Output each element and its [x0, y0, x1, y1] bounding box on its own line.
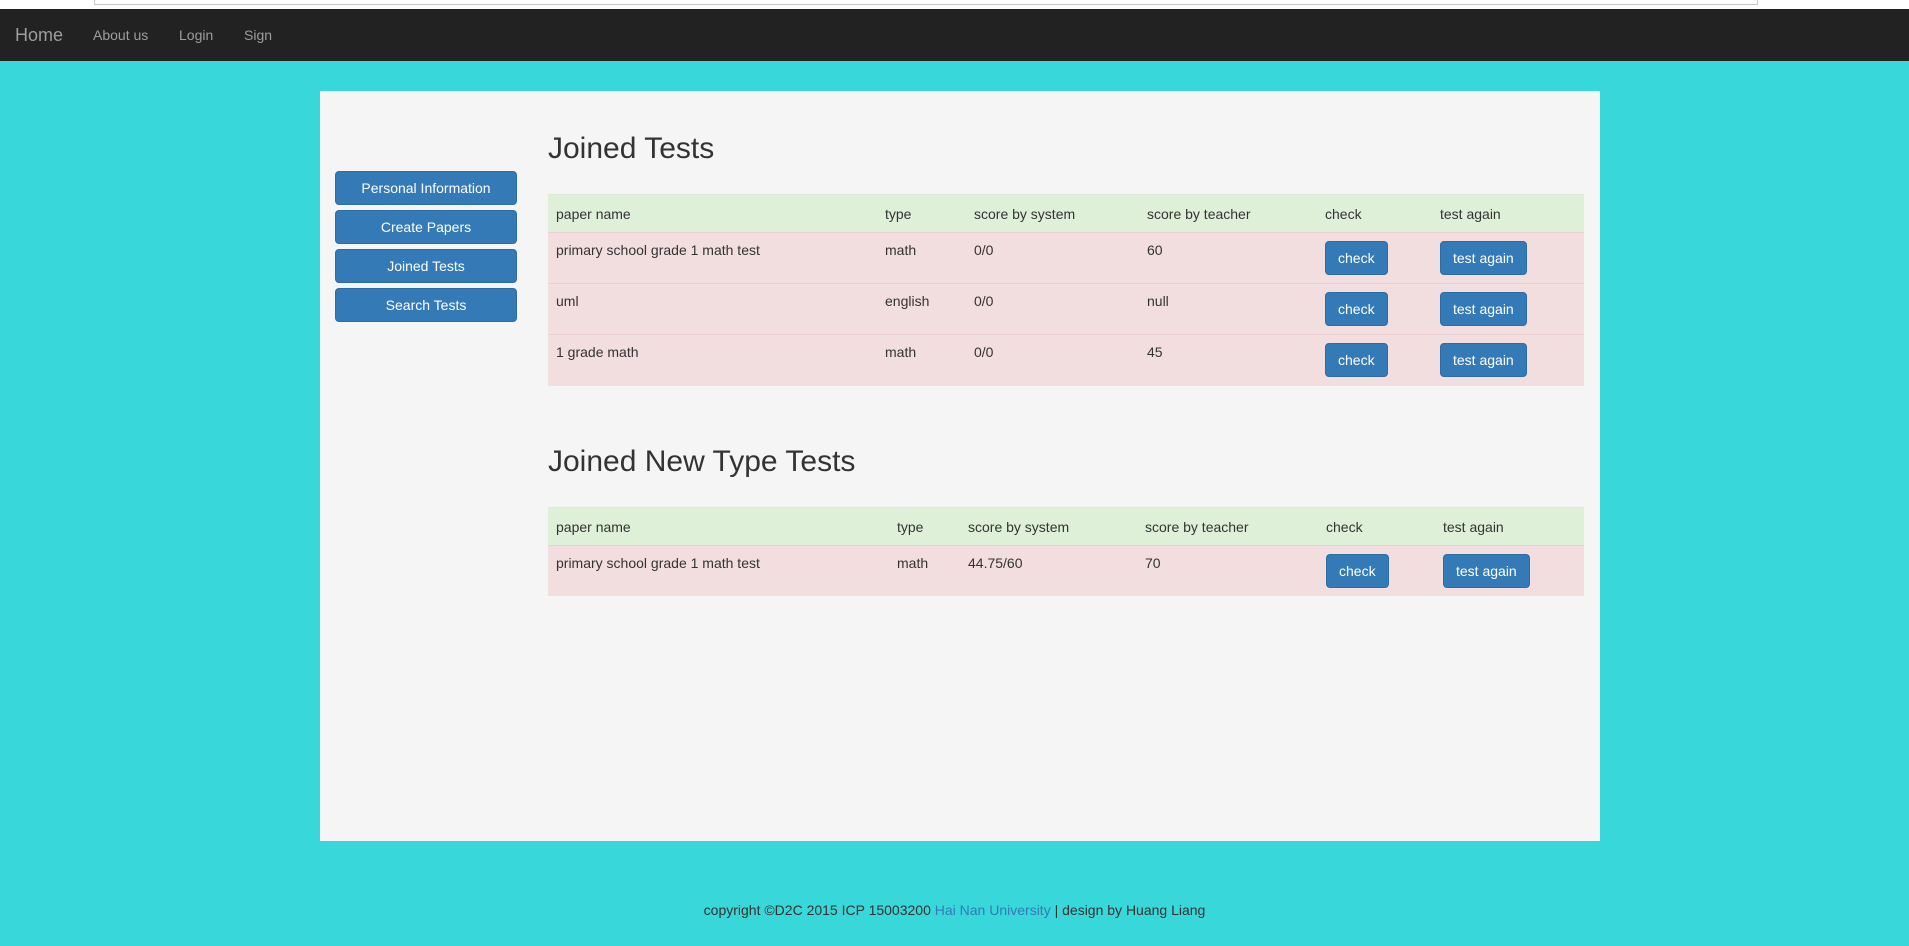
cell-test-again: test again — [1432, 232, 1584, 284]
cell-check: check — [1317, 232, 1432, 284]
table-row: primary school grade 1 math test math 44… — [548, 545, 1584, 596]
table-row: primary school grade 1 math test math 0/… — [548, 232, 1584, 284]
cell-type: math — [877, 334, 966, 386]
header-paper-name: paper name — [548, 194, 877, 233]
table-header-row: paper name type score by system score by… — [548, 194, 1584, 233]
nav-login-link[interactable]: Login — [179, 9, 213, 61]
page-footer: copyright ©D2C 2015 ICP 15003200 Hai Nan… — [0, 902, 1909, 918]
table-row: uml english 0/0 null check test again — [548, 283, 1584, 335]
nav-home-link[interactable]: Home — [15, 9, 63, 61]
check-button[interactable]: check — [1325, 292, 1388, 326]
top-navbar: Home About us Login Sign — [0, 9, 1909, 61]
cell-paper-name: primary school grade 1 math test — [548, 545, 889, 596]
cell-paper-name: 1 grade math — [548, 334, 877, 386]
check-button[interactable]: check — [1326, 554, 1389, 588]
cell-score-teacher: null — [1139, 283, 1317, 335]
table-row: 1 grade math math 0/0 45 check test agai… — [548, 334, 1584, 386]
header-test-again: test again — [1435, 507, 1584, 546]
check-button[interactable]: check — [1325, 343, 1388, 377]
test-again-button[interactable]: test again — [1440, 241, 1527, 275]
header-test-again: test again — [1432, 194, 1584, 233]
header-check: check — [1318, 507, 1435, 546]
content-panel: Personal Information Create Papers Joine… — [320, 91, 1600, 841]
cell-test-again: test again — [1435, 545, 1584, 596]
table-header-row: paper name type score by system score by… — [548, 507, 1584, 546]
create-papers-button[interactable]: Create Papers — [335, 210, 517, 244]
header-type: type — [889, 507, 960, 546]
check-button[interactable]: check — [1325, 241, 1388, 275]
joined-tests-table: paper name type score by system score by… — [548, 194, 1584, 386]
cell-score-teacher: 45 — [1139, 334, 1317, 386]
cell-check: check — [1317, 283, 1432, 335]
header-type: type — [877, 194, 966, 233]
cell-check: check — [1318, 545, 1435, 596]
browser-top-strip — [0, 0, 1909, 9]
header-score-system: score by system — [966, 194, 1139, 233]
footer-university-link[interactable]: Hai Nan University — [935, 902, 1051, 918]
cell-score-system: 0/0 — [966, 283, 1139, 335]
cell-score-system: 0/0 — [966, 334, 1139, 386]
footer-copyright: copyright ©D2C 2015 ICP 15003200 — [703, 902, 935, 918]
cell-test-again: test again — [1432, 283, 1584, 335]
cell-type: math — [889, 545, 960, 596]
cell-type: english — [877, 283, 966, 335]
test-again-button[interactable]: test again — [1440, 343, 1527, 377]
cell-type: math — [877, 232, 966, 284]
joined-tests-button[interactable]: Joined Tests — [335, 249, 517, 283]
cell-test-again: test again — [1432, 334, 1584, 386]
header-score-teacher: score by teacher — [1139, 194, 1317, 233]
header-score-teacher: score by teacher — [1137, 507, 1318, 546]
joined-new-type-tests-table: paper name type score by system score by… — [548, 507, 1584, 596]
cell-paper-name: primary school grade 1 math test — [548, 232, 877, 284]
header-score-system: score by system — [960, 507, 1137, 546]
joined-new-type-tests-title: Joined New Type Tests — [548, 445, 856, 478]
cell-paper-name: uml — [548, 283, 877, 335]
header-check: check — [1317, 194, 1432, 233]
test-again-button[interactable]: test again — [1440, 292, 1527, 326]
joined-tests-title: Joined Tests — [548, 132, 715, 165]
search-tests-button[interactable]: Search Tests — [335, 288, 517, 322]
browser-address-bar[interactable] — [94, 0, 1758, 5]
header-paper-name: paper name — [548, 507, 889, 546]
test-again-button[interactable]: test again — [1443, 554, 1530, 588]
cell-score-teacher: 60 — [1139, 232, 1317, 284]
cell-score-system: 44.75/60 — [960, 545, 1137, 596]
personal-information-button[interactable]: Personal Information — [335, 171, 517, 205]
footer-designer: | design by Huang Liang — [1050, 902, 1206, 918]
cell-score-system: 0/0 — [966, 232, 1139, 284]
cell-check: check — [1317, 334, 1432, 386]
nav-sign-link[interactable]: Sign — [244, 9, 272, 61]
cell-score-teacher: 70 — [1137, 545, 1318, 596]
nav-about-link[interactable]: About us — [93, 9, 148, 61]
